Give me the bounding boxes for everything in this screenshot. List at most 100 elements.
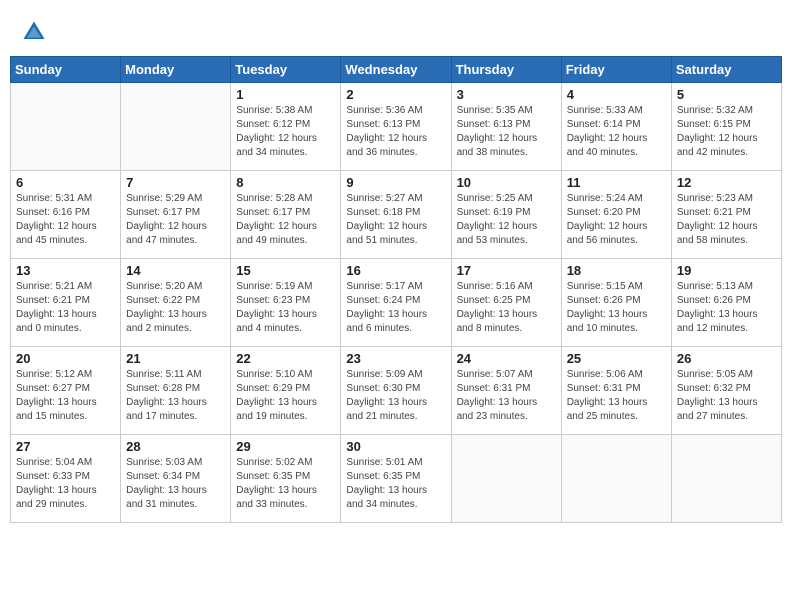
- day-number: 6: [16, 175, 115, 190]
- day-info: Sunrise: 5:24 AM Sunset: 6:20 PM Dayligh…: [567, 192, 666, 248]
- day-number: 2: [346, 87, 445, 102]
- day-number: 22: [236, 351, 335, 366]
- day-info: Sunrise: 5:33 AM Sunset: 6:14 PM Dayligh…: [567, 104, 666, 160]
- calendar-cell: 11 Sunrise: 5:24 AM Sunset: 6:20 PM Dayli…: [561, 171, 671, 259]
- day-header-monday: Monday: [121, 57, 231, 83]
- day-number: 27: [16, 439, 115, 454]
- calendar-cell: 3Sunrise: 5:35 AM Sunset: 6:13 PM Daylig…: [451, 83, 561, 171]
- calendar-cell: 19 Sunrise: 5:13 AM Sunset: 6:26 PM Dayli…: [671, 259, 781, 347]
- day-number: 16: [346, 263, 445, 278]
- calendar-cell: 25 Sunrise: 5:06 AM Sunset: 6:31 PM Dayli…: [561, 347, 671, 435]
- day-number: 20: [16, 351, 115, 366]
- day-number: 24: [457, 351, 556, 366]
- day-info: Sunrise: 5:02 AM Sunset: 6:35 PM Dayligh…: [236, 456, 335, 512]
- day-info: Sunrise: 5:38 AM Sunset: 6:12 PM Dayligh…: [236, 104, 335, 160]
- day-number: 9: [346, 175, 445, 190]
- logo-icon: [20, 18, 48, 46]
- day-number: 28: [126, 439, 225, 454]
- day-number: 3: [457, 87, 556, 102]
- calendar-cell: 2 Sunrise: 5:36 AM Sunset: 6:13 PM Daylig…: [341, 83, 451, 171]
- calendar-cell: 28 Sunrise: 5:03 AM Sunset: 6:34 PM Dayli…: [121, 435, 231, 523]
- day-info: Sunrise: 5:20 AM Sunset: 6:22 PM Dayligh…: [126, 280, 225, 336]
- day-info: Sunrise: 5:10 AM Sunset: 6:29 PM Dayligh…: [236, 368, 335, 424]
- day-info: Sunrise: 5:09 AM Sunset: 6:30 PM Dayligh…: [346, 368, 445, 424]
- day-header-sunday: Sunday: [11, 57, 121, 83]
- day-info: Sunrise: 5:28 AM Sunset: 6:17 PM Dayligh…: [236, 192, 335, 248]
- calendar-cell: 5 Sunrise: 5:32 AM Sunset: 6:15 PM Daylig…: [671, 83, 781, 171]
- day-info: Sunrise: 5:21 AM Sunset: 6:21 PM Dayligh…: [16, 280, 115, 336]
- day-number: 11: [567, 175, 666, 190]
- day-number: 23: [346, 351, 445, 366]
- calendar-cell: 27 Sunrise: 5:04 AM Sunset: 6:33 PM Dayli…: [11, 435, 121, 523]
- day-info: Sunrise: 5:16 AM Sunset: 6:25 PM Dayligh…: [457, 280, 556, 336]
- calendar-cell: 23 Sunrise: 5:09 AM Sunset: 6:30 PM Dayli…: [341, 347, 451, 435]
- calendar-cell: [121, 83, 231, 171]
- calendar-cell: 8Sunrise: 5:28 AM Sunset: 6:17 PM Daylig…: [231, 171, 341, 259]
- calendar-cell: 24Sunrise: 5:07 AM Sunset: 6:31 PM Dayli…: [451, 347, 561, 435]
- calendar-cell: 16 Sunrise: 5:17 AM Sunset: 6:24 PM Dayli…: [341, 259, 451, 347]
- calendar-cell: 30 Sunrise: 5:01 AM Sunset: 6:35 PM Dayli…: [341, 435, 451, 523]
- day-info: Sunrise: 5:13 AM Sunset: 6:26 PM Dayligh…: [677, 280, 776, 336]
- day-number: 25: [567, 351, 666, 366]
- calendar-week-row: 13 Sunrise: 5:21 AM Sunset: 6:21 PM Dayli…: [11, 259, 782, 347]
- day-header-friday: Friday: [561, 57, 671, 83]
- calendar-cell: [11, 83, 121, 171]
- calendar-cell: 13 Sunrise: 5:21 AM Sunset: 6:21 PM Dayli…: [11, 259, 121, 347]
- calendar-cell: 7Sunrise: 5:29 AM Sunset: 6:17 PM Daylig…: [121, 171, 231, 259]
- calendar-cell: 1Sunrise: 5:38 AM Sunset: 6:12 PM Daylig…: [231, 83, 341, 171]
- calendar-cell: 22 Sunrise: 5:10 AM Sunset: 6:29 PM Dayli…: [231, 347, 341, 435]
- day-number: 13: [16, 263, 115, 278]
- day-number: 18: [567, 263, 666, 278]
- calendar-cell: 12 Sunrise: 5:23 AM Sunset: 6:21 PM Dayli…: [671, 171, 781, 259]
- day-header-wednesday: Wednesday: [341, 57, 451, 83]
- day-info: Sunrise: 5:12 AM Sunset: 6:27 PM Dayligh…: [16, 368, 115, 424]
- calendar-cell: 4 Sunrise: 5:33 AM Sunset: 6:14 PM Daylig…: [561, 83, 671, 171]
- day-number: 21: [126, 351, 225, 366]
- calendar-cell: 15Sunrise: 5:19 AM Sunset: 6:23 PM Dayli…: [231, 259, 341, 347]
- day-number: 26: [677, 351, 776, 366]
- calendar-cell: 17 Sunrise: 5:16 AM Sunset: 6:25 PM Dayli…: [451, 259, 561, 347]
- day-info: Sunrise: 5:29 AM Sunset: 6:17 PM Dayligh…: [126, 192, 225, 248]
- day-info: Sunrise: 5:32 AM Sunset: 6:15 PM Dayligh…: [677, 104, 776, 160]
- day-header-saturday: Saturday: [671, 57, 781, 83]
- day-number: 10: [457, 175, 556, 190]
- day-number: 19: [677, 263, 776, 278]
- calendar-cell: [561, 435, 671, 523]
- calendar-table: SundayMondayTuesdayWednesdayThursdayFrid…: [10, 56, 782, 523]
- calendar-cell: 10Sunrise: 5:25 AM Sunset: 6:19 PM Dayli…: [451, 171, 561, 259]
- day-number: 14: [126, 263, 225, 278]
- day-info: Sunrise: 5:19 AM Sunset: 6:23 PM Dayligh…: [236, 280, 335, 336]
- day-header-tuesday: Tuesday: [231, 57, 341, 83]
- day-info: Sunrise: 5:17 AM Sunset: 6:24 PM Dayligh…: [346, 280, 445, 336]
- day-info: Sunrise: 5:03 AM Sunset: 6:34 PM Dayligh…: [126, 456, 225, 512]
- calendar-cell: 6 Sunrise: 5:31 AM Sunset: 6:16 PM Daylig…: [11, 171, 121, 259]
- day-info: Sunrise: 5:04 AM Sunset: 6:33 PM Dayligh…: [16, 456, 115, 512]
- calendar-cell: 29 Sunrise: 5:02 AM Sunset: 6:35 PM Dayli…: [231, 435, 341, 523]
- day-number: 17: [457, 263, 556, 278]
- calendar-cell: 9 Sunrise: 5:27 AM Sunset: 6:18 PM Daylig…: [341, 171, 451, 259]
- calendar-cell: 20 Sunrise: 5:12 AM Sunset: 6:27 PM Dayli…: [11, 347, 121, 435]
- day-info: Sunrise: 5:01 AM Sunset: 6:35 PM Dayligh…: [346, 456, 445, 512]
- calendar-cell: 14 Sunrise: 5:20 AM Sunset: 6:22 PM Dayli…: [121, 259, 231, 347]
- day-info: Sunrise: 5:06 AM Sunset: 6:31 PM Dayligh…: [567, 368, 666, 424]
- day-info: Sunrise: 5:05 AM Sunset: 6:32 PM Dayligh…: [677, 368, 776, 424]
- calendar-week-row: 20 Sunrise: 5:12 AM Sunset: 6:27 PM Dayli…: [11, 347, 782, 435]
- day-info: Sunrise: 5:31 AM Sunset: 6:16 PM Dayligh…: [16, 192, 115, 248]
- calendar-cell: 21 Sunrise: 5:11 AM Sunset: 6:28 PM Dayli…: [121, 347, 231, 435]
- day-number: 30: [346, 439, 445, 454]
- day-number: 12: [677, 175, 776, 190]
- day-info: Sunrise: 5:36 AM Sunset: 6:13 PM Dayligh…: [346, 104, 445, 160]
- calendar-week-row: 6 Sunrise: 5:31 AM Sunset: 6:16 PM Daylig…: [11, 171, 782, 259]
- calendar-cell: 18 Sunrise: 5:15 AM Sunset: 6:26 PM Dayli…: [561, 259, 671, 347]
- day-number: 29: [236, 439, 335, 454]
- day-number: 4: [567, 87, 666, 102]
- calendar-cell: [671, 435, 781, 523]
- day-info: Sunrise: 5:11 AM Sunset: 6:28 PM Dayligh…: [126, 368, 225, 424]
- day-info: Sunrise: 5:23 AM Sunset: 6:21 PM Dayligh…: [677, 192, 776, 248]
- day-header-thursday: Thursday: [451, 57, 561, 83]
- day-info: Sunrise: 5:27 AM Sunset: 6:18 PM Dayligh…: [346, 192, 445, 248]
- day-number: 5: [677, 87, 776, 102]
- day-info: Sunrise: 5:15 AM Sunset: 6:26 PM Dayligh…: [567, 280, 666, 336]
- calendar-cell: 26 Sunrise: 5:05 AM Sunset: 6:32 PM Dayli…: [671, 347, 781, 435]
- calendar-week-row: 27 Sunrise: 5:04 AM Sunset: 6:33 PM Dayli…: [11, 435, 782, 523]
